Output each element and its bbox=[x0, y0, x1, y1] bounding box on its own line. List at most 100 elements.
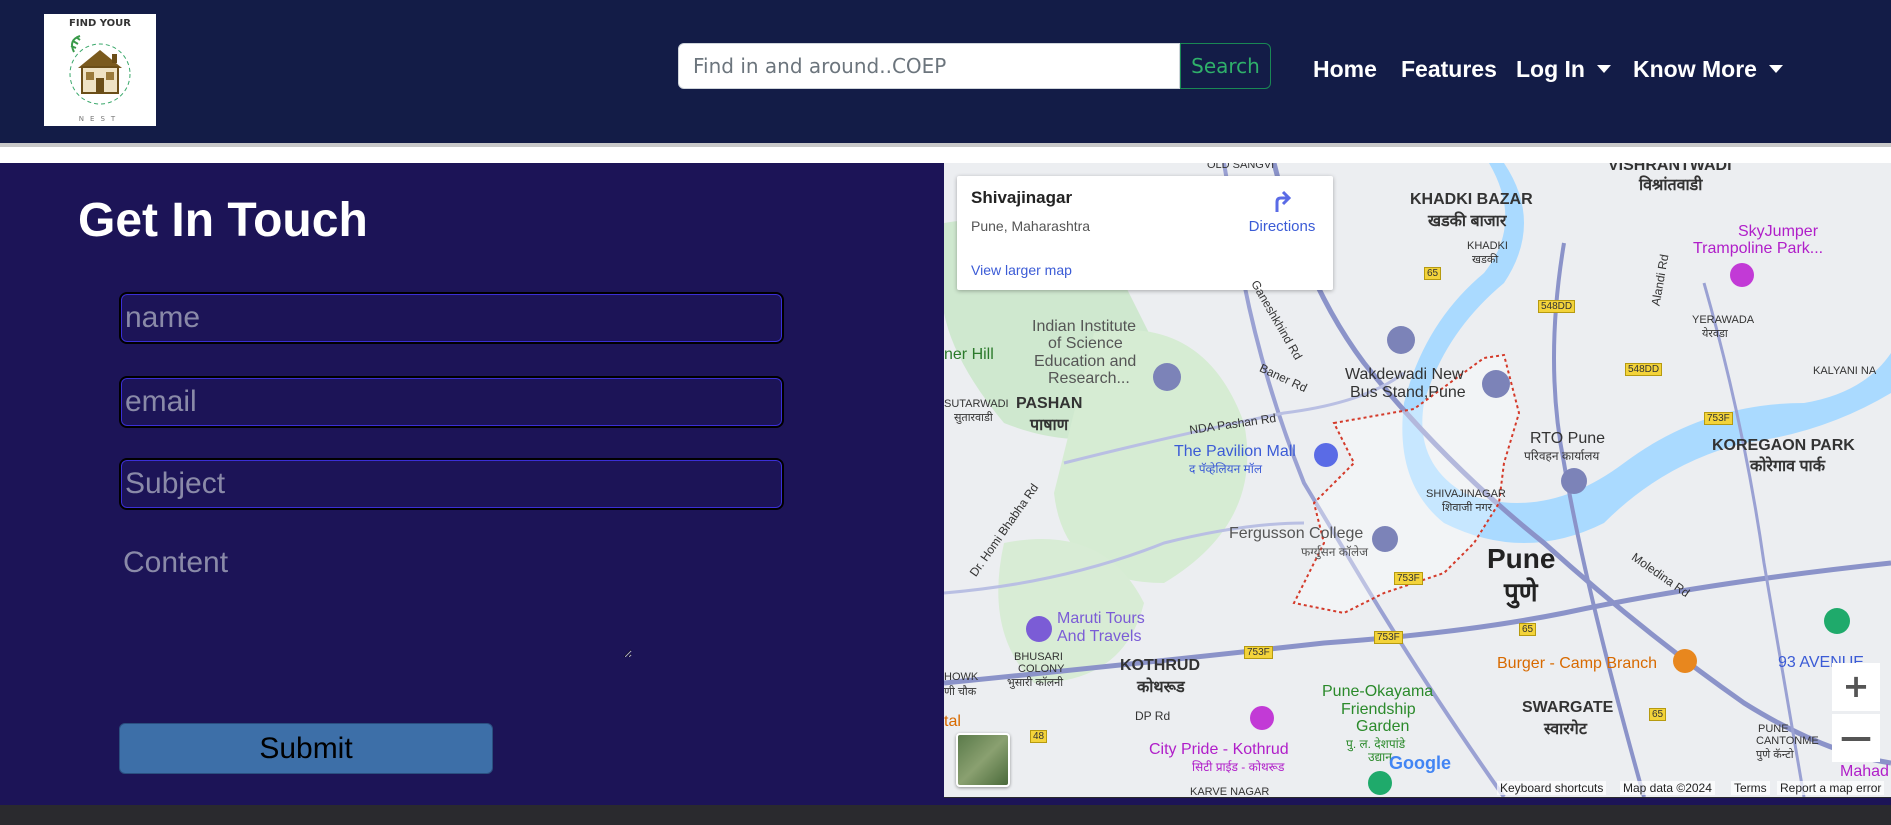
embedded-map[interactable]: Shivajinagar Pune, Maharashtra View larg… bbox=[944, 163, 1891, 797]
nav-login-dropdown[interactable]: Log In bbox=[1516, 56, 1611, 83]
route-shield: 548DD bbox=[1538, 300, 1576, 313]
view-larger-map-link[interactable]: View larger map bbox=[971, 262, 1072, 278]
map-label: णी चौक bbox=[944, 686, 977, 698]
map-bottom-border bbox=[944, 798, 1891, 805]
chevron-down-icon bbox=[1596, 65, 1611, 73]
logo-text-top: FIND YOUR bbox=[69, 18, 131, 29]
map-label: द पॅव्हेलियन मॉल bbox=[1189, 462, 1262, 476]
logo-text-bottom: NEST bbox=[78, 115, 122, 123]
submit-button[interactable]: Submit bbox=[119, 723, 493, 774]
map-label: SkyJumper bbox=[1738, 223, 1819, 240]
map-label: Indian Institute bbox=[1032, 318, 1137, 335]
nav-know-more-dropdown[interactable]: Know More bbox=[1633, 56, 1783, 83]
map-label: KARVE NAGAR bbox=[1190, 786, 1270, 797]
map-label: of Science bbox=[1048, 335, 1123, 352]
university-pin-icon[interactable] bbox=[1372, 526, 1398, 552]
map-label: खडकी बाजार bbox=[1428, 213, 1507, 230]
nav-home[interactable]: Home bbox=[1313, 56, 1377, 83]
map-label: Bus Stand,Pune bbox=[1350, 384, 1466, 401]
house-icon bbox=[69, 35, 131, 105]
map-label: कोरेगाव पार्क bbox=[1750, 458, 1825, 475]
site-logo[interactable]: FIND YOUR NEST bbox=[44, 14, 156, 126]
map-label: Pune bbox=[1487, 543, 1556, 574]
zoom-out-button[interactable]: — bbox=[1832, 714, 1880, 762]
map-label: Research... bbox=[1048, 370, 1130, 387]
map-label: PASHAN bbox=[1016, 395, 1083, 412]
map-label: SUTARWADI bbox=[944, 398, 1009, 410]
satellite-layer-toggle[interactable] bbox=[956, 733, 1010, 787]
map-label: Education and bbox=[1034, 353, 1137, 370]
keyboard-shortcuts-link[interactable]: Keyboard shortcuts bbox=[1497, 781, 1607, 795]
map-label: Garden bbox=[1356, 718, 1410, 735]
section-divider bbox=[0, 147, 1891, 163]
map-label: Friendship bbox=[1341, 701, 1416, 718]
place-name: Shivajinagar bbox=[971, 188, 1073, 207]
google-logo: Google bbox=[1389, 753, 1451, 773]
name-field[interactable] bbox=[119, 292, 784, 344]
map-label: Maruti Tours bbox=[1057, 610, 1145, 627]
chevron-down-icon bbox=[1768, 65, 1783, 73]
search-input[interactable] bbox=[678, 43, 1180, 89]
route-shield: 753F bbox=[1394, 572, 1423, 585]
map-label: Fergusson College bbox=[1229, 525, 1364, 542]
map-label: येरवडा bbox=[1702, 328, 1728, 340]
shopping-pin-icon[interactable] bbox=[1314, 443, 1338, 467]
map-label: YERAWADA bbox=[1692, 314, 1755, 326]
university-pin-icon[interactable] bbox=[1387, 326, 1415, 354]
route-shield: 65 bbox=[1649, 708, 1667, 721]
map-label: BHUSARI bbox=[1014, 651, 1063, 663]
navbar: FIND YOUR NEST Search Home Features Log … bbox=[0, 0, 1891, 143]
subject-field[interactable] bbox=[119, 458, 784, 510]
map-label: KOREGAON PARK bbox=[1712, 437, 1855, 454]
government-pin-icon[interactable] bbox=[1561, 468, 1587, 494]
amusement-pin-icon[interactable] bbox=[1730, 263, 1754, 287]
garden-pin-icon[interactable] bbox=[1368, 771, 1392, 795]
map-label: सिटी प्राईड - कोथरूड bbox=[1192, 760, 1285, 774]
map-label: SHIVAJINAGAR bbox=[1426, 488, 1506, 500]
map-label: खडकी bbox=[1472, 254, 1499, 266]
route-shield: 753F bbox=[1704, 412, 1733, 425]
map-place-card: Shivajinagar Pune, Maharashtra View larg… bbox=[957, 176, 1333, 290]
map-label: भुसारी कॉलनी bbox=[1007, 677, 1064, 689]
map-label: कोथरूड bbox=[1137, 679, 1185, 696]
map-label: COLONY bbox=[1018, 663, 1065, 675]
map-label: DP Rd bbox=[1135, 709, 1171, 723]
map-label: परिवहन कार्यालय bbox=[1524, 449, 1600, 463]
map-label: CANTONME bbox=[1756, 735, 1819, 747]
map-label: The Pavilion Mall bbox=[1174, 443, 1296, 460]
terms-link[interactable]: Terms bbox=[1731, 781, 1770, 795]
email-field[interactable] bbox=[119, 376, 784, 428]
place-address: Pune, Maharashtra bbox=[971, 218, 1091, 234]
map-label: RTO Pune bbox=[1530, 430, 1606, 447]
route-shield: 753F bbox=[1374, 631, 1403, 644]
route-shield: 65 bbox=[1424, 267, 1442, 280]
directions-label: Directions bbox=[1248, 218, 1316, 235]
nav-features[interactable]: Features bbox=[1401, 56, 1497, 83]
contact-title: Get In Touch bbox=[78, 194, 368, 247]
map-label: SWARGATE bbox=[1522, 699, 1614, 716]
directions-icon bbox=[1275, 190, 1292, 212]
map-label: KOTHRUD bbox=[1120, 657, 1200, 674]
zoom-in-button[interactable]: + bbox=[1832, 663, 1880, 711]
content-textarea[interactable] bbox=[119, 546, 632, 658]
map-label: पुणे कॅन्टो bbox=[1756, 749, 1794, 761]
restaurant-pin-icon[interactable] bbox=[1673, 649, 1697, 673]
map-label: पाषाण bbox=[1030, 417, 1069, 434]
map-label: स्वारगेट bbox=[1544, 721, 1587, 738]
map-label: Burger - Camp Branch bbox=[1497, 655, 1658, 672]
map-label: ner Hill bbox=[944, 346, 994, 363]
directions-button[interactable]: Directions bbox=[1242, 188, 1322, 235]
route-shield: 48 bbox=[1030, 730, 1048, 743]
shopping-pin-icon[interactable] bbox=[1250, 706, 1274, 730]
map-label: City Pride - Kothrud bbox=[1149, 741, 1289, 758]
travel-pin-icon[interactable] bbox=[1026, 616, 1052, 642]
map-label: HOWK bbox=[944, 671, 979, 683]
map-label: KALYANI NA bbox=[1813, 365, 1877, 377]
bus-stand-pin-icon[interactable] bbox=[1482, 370, 1510, 398]
report-map-error-link[interactable]: Report a map error bbox=[1777, 781, 1885, 795]
university-pin-icon[interactable] bbox=[1153, 363, 1181, 391]
map-label: Pune-Okayama bbox=[1322, 683, 1434, 700]
map-label: PUNE bbox=[1758, 723, 1789, 735]
park-pin-icon[interactable] bbox=[1824, 608, 1850, 634]
search-button[interactable]: Search bbox=[1180, 43, 1271, 89]
